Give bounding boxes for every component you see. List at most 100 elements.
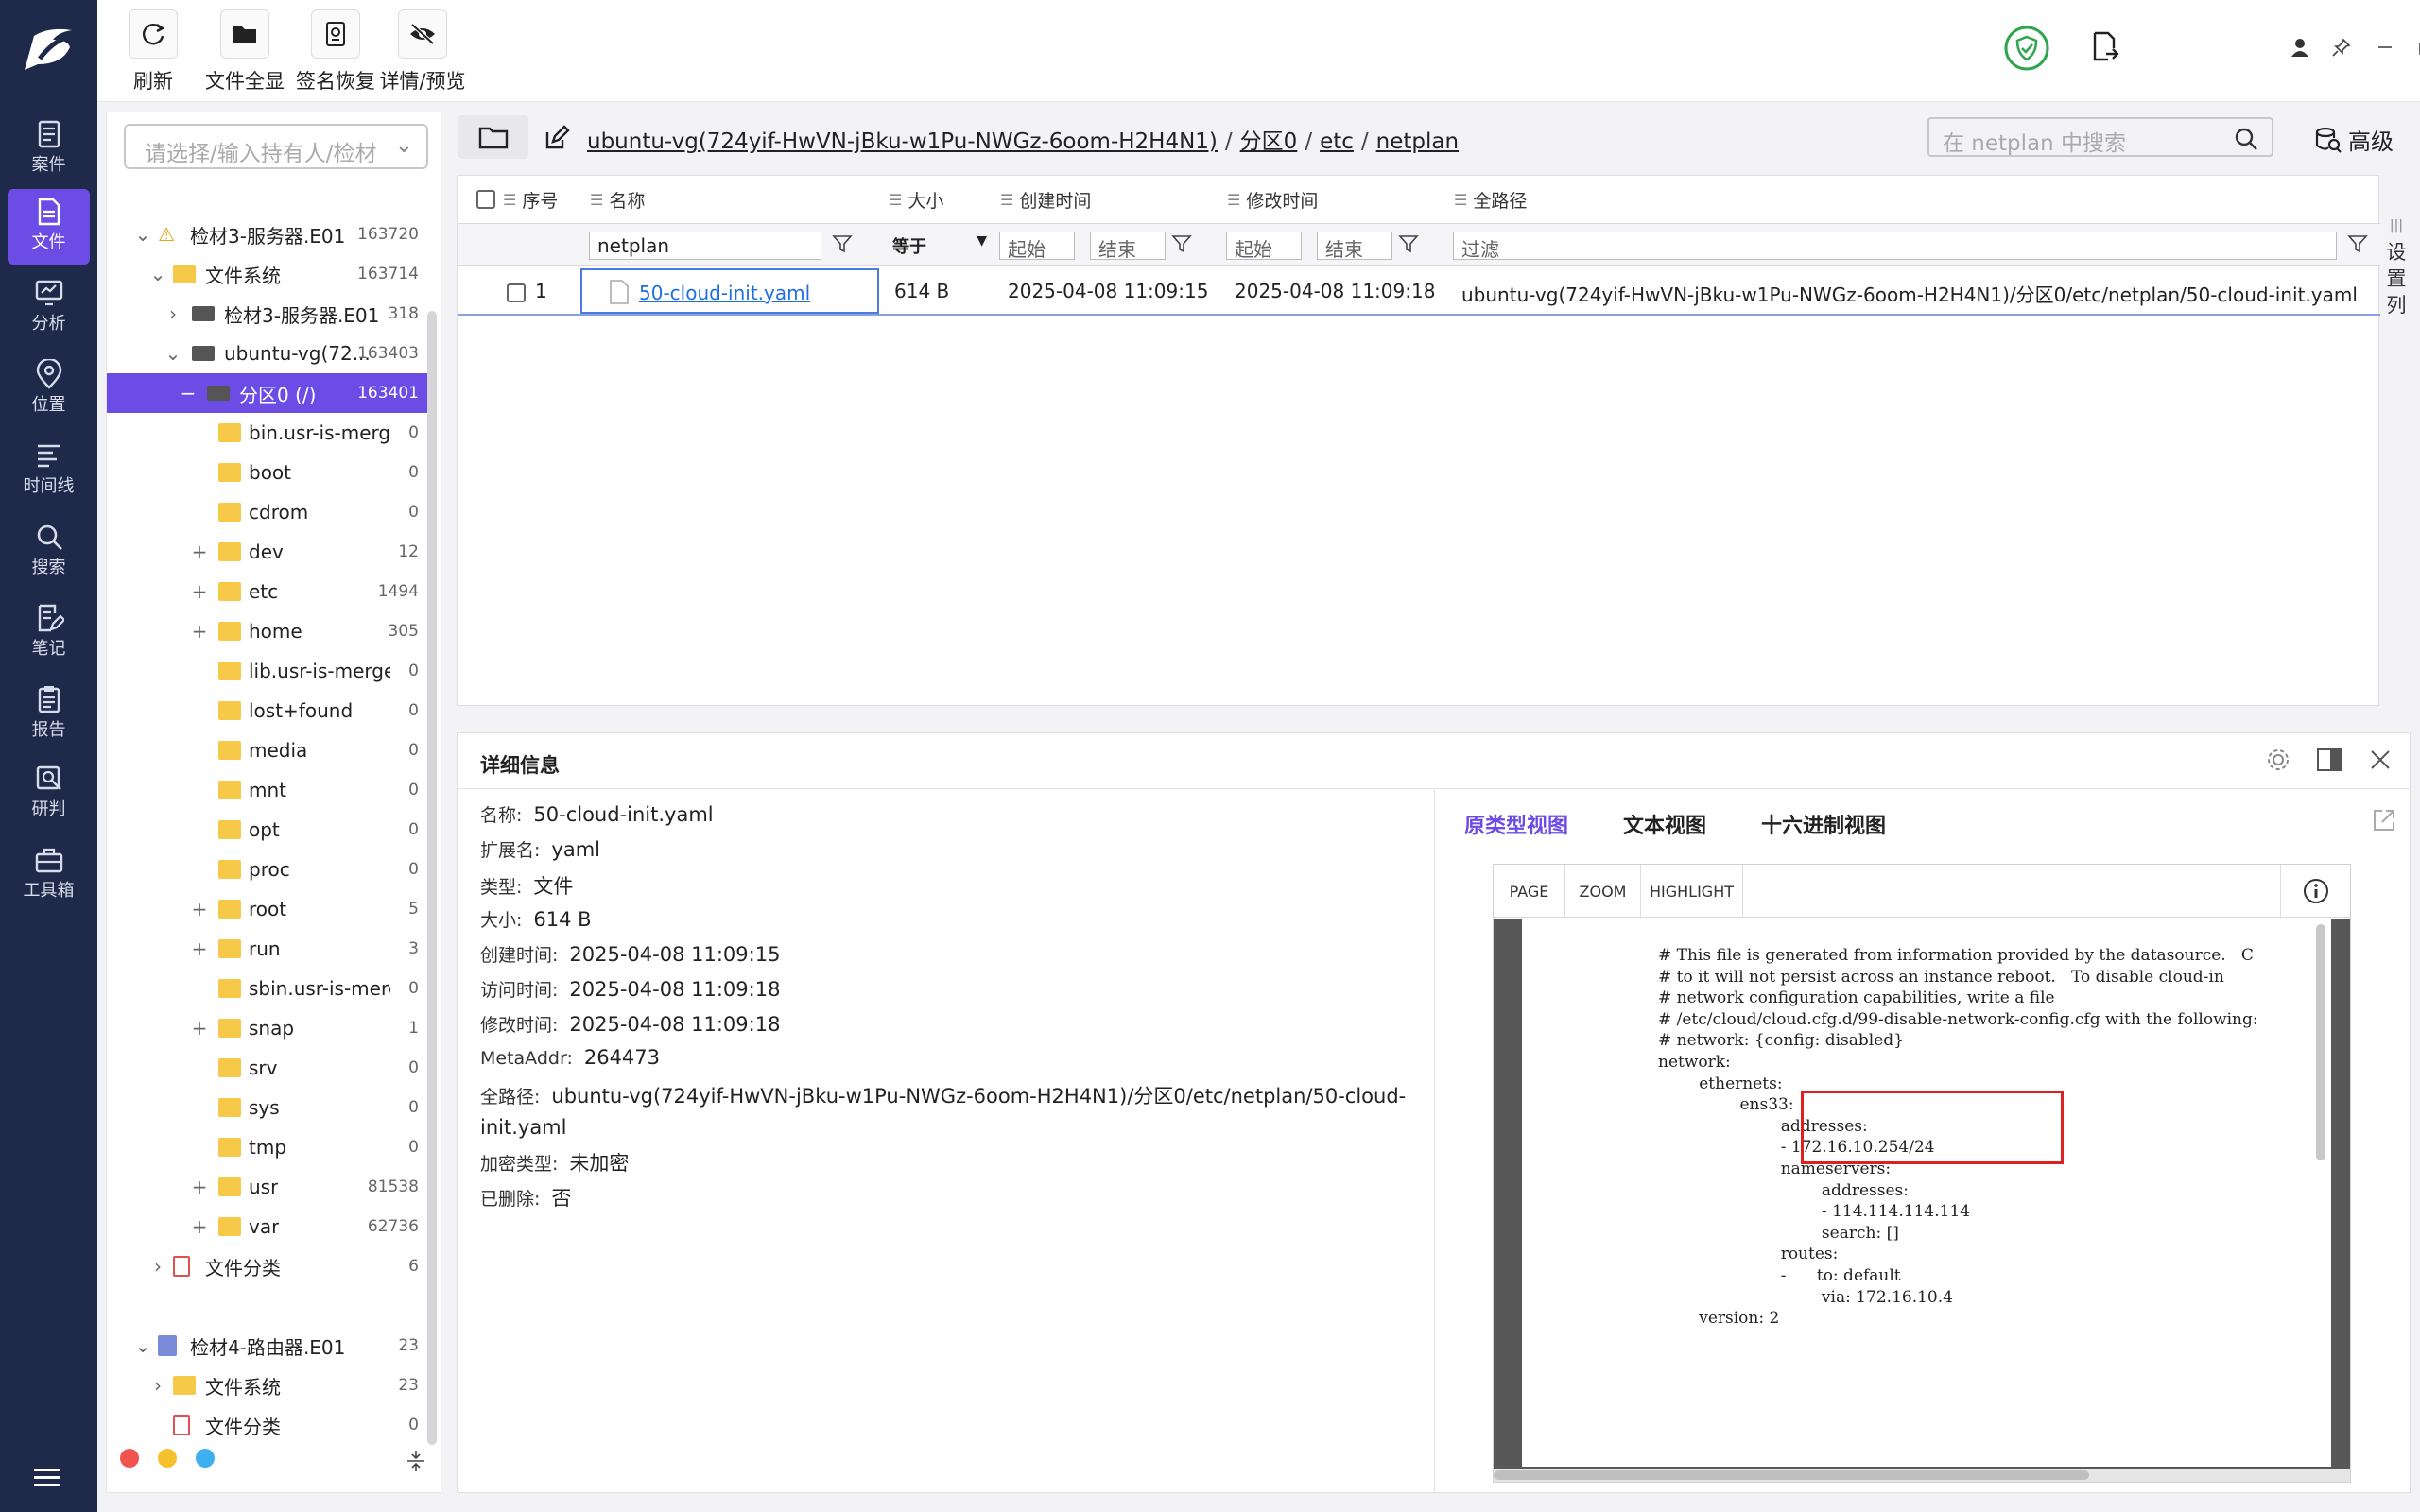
nav-item-judge[interactable]: 研判 [8, 756, 90, 832]
menu-icon[interactable] [30, 1465, 64, 1491]
tree-node[interactable]: sbin.usr-is-merg... 0 [107, 969, 428, 1008]
tree-node[interactable]: + dev 12 [107, 532, 428, 572]
tree-node[interactable]: › 检材3-服务器.E01 318 [107, 294, 428, 334]
tree-node[interactable]: › 文件分类 6 [107, 1246, 428, 1286]
user-button[interactable] [2283, 30, 2317, 64]
column-header-seq[interactable]: ☰ 序号 [503, 176, 558, 223]
restore-button[interactable] [2410, 30, 2420, 64]
column-header-fullpath[interactable]: ☰ 全路径 [1454, 176, 1527, 223]
show-all-files-button[interactable]: 文件全显 [198, 9, 292, 96]
nav-item-location[interactable]: 位置 [8, 352, 90, 427]
minimize-button[interactable] [2368, 30, 2402, 64]
breadcrumb-volume[interactable]: ubuntu-vg(724yif-HwVN-jBku-w1Pu-NWGz-6oo… [587, 129, 1218, 154]
refresh-button[interactable]: 刷新 [120, 9, 186, 96]
tree-node[interactable]: bin.usr-is-merged 0 [107, 413, 428, 453]
signature-recovery-button[interactable]: 签名恢复 [290, 9, 381, 96]
expand-toggle-icon[interactable]: + [190, 620, 209, 643]
path-filter-input[interactable]: 过滤 [1453, 232, 2337, 261]
tree-scrollbar[interactable] [427, 311, 437, 1445]
tree-node[interactable]: + usr 81538 [107, 1167, 428, 1207]
column-header-created[interactable]: ☰ 创建时间 [1000, 176, 1091, 223]
blue-dot-icon[interactable] [196, 1449, 215, 1468]
details-preview-button[interactable]: 详情/预览 [377, 9, 468, 96]
yellow-dot-icon[interactable] [158, 1449, 177, 1468]
tree-node[interactable]: − 分区0 (/) 163401 [107, 373, 428, 413]
created-end-input[interactable]: 结束 [1090, 232, 1166, 261]
created-start-input[interactable]: 起始 [999, 232, 1075, 261]
filter-icon[interactable] [1171, 233, 1192, 254]
row-checkbox[interactable] [507, 280, 526, 302]
name-filter-input[interactable]: netplan [589, 232, 821, 260]
row-name-cell[interactable]: 50-cloud-init.yaml [580, 268, 879, 314]
filter-icon[interactable] [2347, 233, 2368, 254]
tree-node[interactable]: 文件分类 0 [107, 1405, 428, 1445]
modified-end-input[interactable]: 结束 [1317, 232, 1392, 261]
row-file-link[interactable]: 50-cloud-init.yaml [639, 282, 810, 304]
tree-node[interactable]: mnt 0 [107, 770, 428, 810]
column-header-size[interactable]: ☰ 大小 [889, 176, 943, 223]
nav-item-file[interactable]: 文件 [8, 189, 90, 265]
size-operator-select[interactable]: 等于 ▼ [885, 232, 989, 260]
viewer-highlight-button[interactable]: HIGHLIGHT [1641, 865, 1743, 918]
viewer-info-button[interactable] [2280, 865, 2350, 918]
expand-toggle-icon[interactable]: › [164, 302, 182, 325]
tree-node[interactable]: boot 0 [107, 453, 428, 492]
panel-splitter[interactable] [1434, 788, 1435, 1494]
breadcrumb-etc[interactable]: etc [1320, 129, 1354, 154]
split-view-icon[interactable] [2316, 747, 2342, 773]
close-icon[interactable] [2369, 748, 2392, 771]
breadcrumb-partition[interactable]: 分区0 [1240, 129, 1298, 154]
expand-toggle-icon[interactable]: + [190, 1176, 209, 1198]
expand-toggle-icon[interactable]: › [148, 1374, 167, 1397]
shield-status-button[interactable] [2003, 25, 2050, 72]
expand-toggle-icon[interactable]: ⌄ [133, 223, 152, 246]
nav-item-note[interactable]: 笔记 [8, 595, 90, 671]
tree-node[interactable]: cdrom 0 [107, 492, 428, 532]
column-settings-button[interactable]: ||| 设置列 [2382, 175, 2411, 706]
nav-item-analysis[interactable]: 分析 [8, 270, 90, 346]
viewer-page-button[interactable]: PAGE [1494, 865, 1565, 918]
nav-item-search[interactable]: 搜索 [8, 514, 90, 590]
tree-node[interactable]: + snap 1 [107, 1008, 428, 1048]
holder-select-input[interactable]: 请选择/输入持有人/检材 ⌄ [124, 124, 428, 169]
tree-node[interactable]: + home 305 [107, 611, 428, 651]
expand-toggle-icon[interactable]: ⌄ [133, 1334, 152, 1357]
select-all-checkbox[interactable] [476, 176, 495, 223]
tree-node[interactable]: srv 0 [107, 1048, 428, 1088]
expand-toggle-icon[interactable]: + [190, 1215, 209, 1238]
expand-toggle-icon[interactable]: + [190, 937, 209, 960]
tree-node[interactable]: opt 0 [107, 810, 428, 850]
expand-toggle-icon[interactable]: − [179, 382, 198, 404]
collapse-all-icon[interactable] [406, 1449, 426, 1473]
tree-node[interactable]: ⌄ ubuntu-vg(72... 163403 [107, 334, 428, 373]
advanced-search-button[interactable]: 高级 [2314, 123, 2394, 156]
nav-item-report[interactable]: 报告 [8, 677, 90, 752]
tree-node[interactable]: + run 3 [107, 929, 428, 969]
tree-node[interactable]: + etc 1494 [107, 572, 428, 611]
nav-item-case[interactable]: 案件 [8, 112, 90, 187]
tree-node[interactable]: + var 62736 [107, 1207, 428, 1246]
nav-item-toolbox[interactable]: 工具箱 [8, 837, 90, 913]
expand-toggle-icon[interactable]: ⌄ [164, 342, 182, 365]
filter-icon[interactable] [1398, 233, 1419, 254]
edit-path-icon[interactable] [544, 125, 570, 151]
tab-native-view[interactable]: 原类型视图 [1464, 815, 1568, 838]
column-header-name[interactable]: ☰ 名称 [590, 176, 645, 223]
tree-node[interactable]: ⌄ 检材4-路由器.E01 23 [107, 1326, 428, 1366]
expand-toggle-icon[interactable]: › [148, 1255, 167, 1278]
tree-node[interactable]: lib.usr-is-merged 0 [107, 651, 428, 691]
tree-node[interactable]: media 0 [107, 730, 428, 770]
tree-node[interactable]: sys 0 [107, 1088, 428, 1127]
viewer-vertical-scrollbar[interactable] [2316, 924, 2325, 1160]
pin-button[interactable] [2325, 30, 2359, 64]
expand-toggle-icon[interactable]: + [190, 1017, 209, 1040]
table-row[interactable]: 1 50-cloud-init.yaml 614 B 2025-04-08 11… [458, 266, 2380, 316]
scroll-thumb[interactable] [1494, 1470, 2089, 1480]
tree-node[interactable]: + root 5 [107, 889, 428, 929]
breadcrumb-netplan[interactable]: netplan [1376, 129, 1459, 154]
export-file-button[interactable] [2088, 30, 2122, 64]
red-dot-icon[interactable] [120, 1449, 139, 1468]
browse-folder-button[interactable] [458, 115, 528, 159]
tree-node[interactable]: tmp 0 [107, 1127, 428, 1167]
viewer-zoom-button[interactable]: ZOOM [1565, 865, 1641, 918]
